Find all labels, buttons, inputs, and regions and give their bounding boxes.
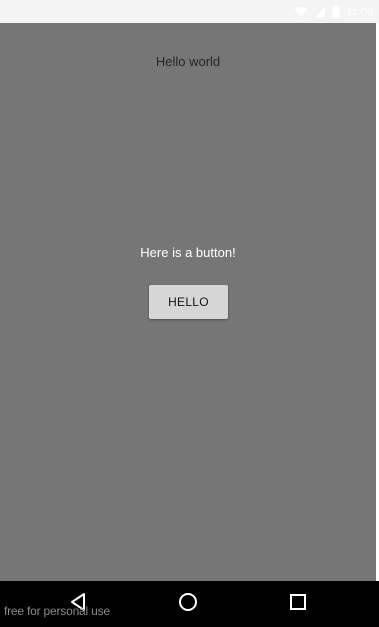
status-time: 11:00 [346,5,373,18]
status-bar: 11:00 [0,0,379,23]
wifi-icon [294,6,308,18]
button-prompt-text: Here is a button! [140,245,236,260]
recent-apps-icon [289,593,307,616]
watermark-text: free for personal use [4,604,110,618]
home-button[interactable] [177,591,199,618]
app-content: Hello world Here is a button! HELLO [0,23,376,581]
status-icons: 11:00 [294,4,373,19]
battery-icon [332,5,340,18]
hello-world-text: Hello world [155,54,221,69]
signal-icon [314,6,326,18]
hello-button[interactable]: HELLO [149,285,228,319]
recent-apps-button[interactable] [287,593,309,615]
home-icon [177,591,199,618]
